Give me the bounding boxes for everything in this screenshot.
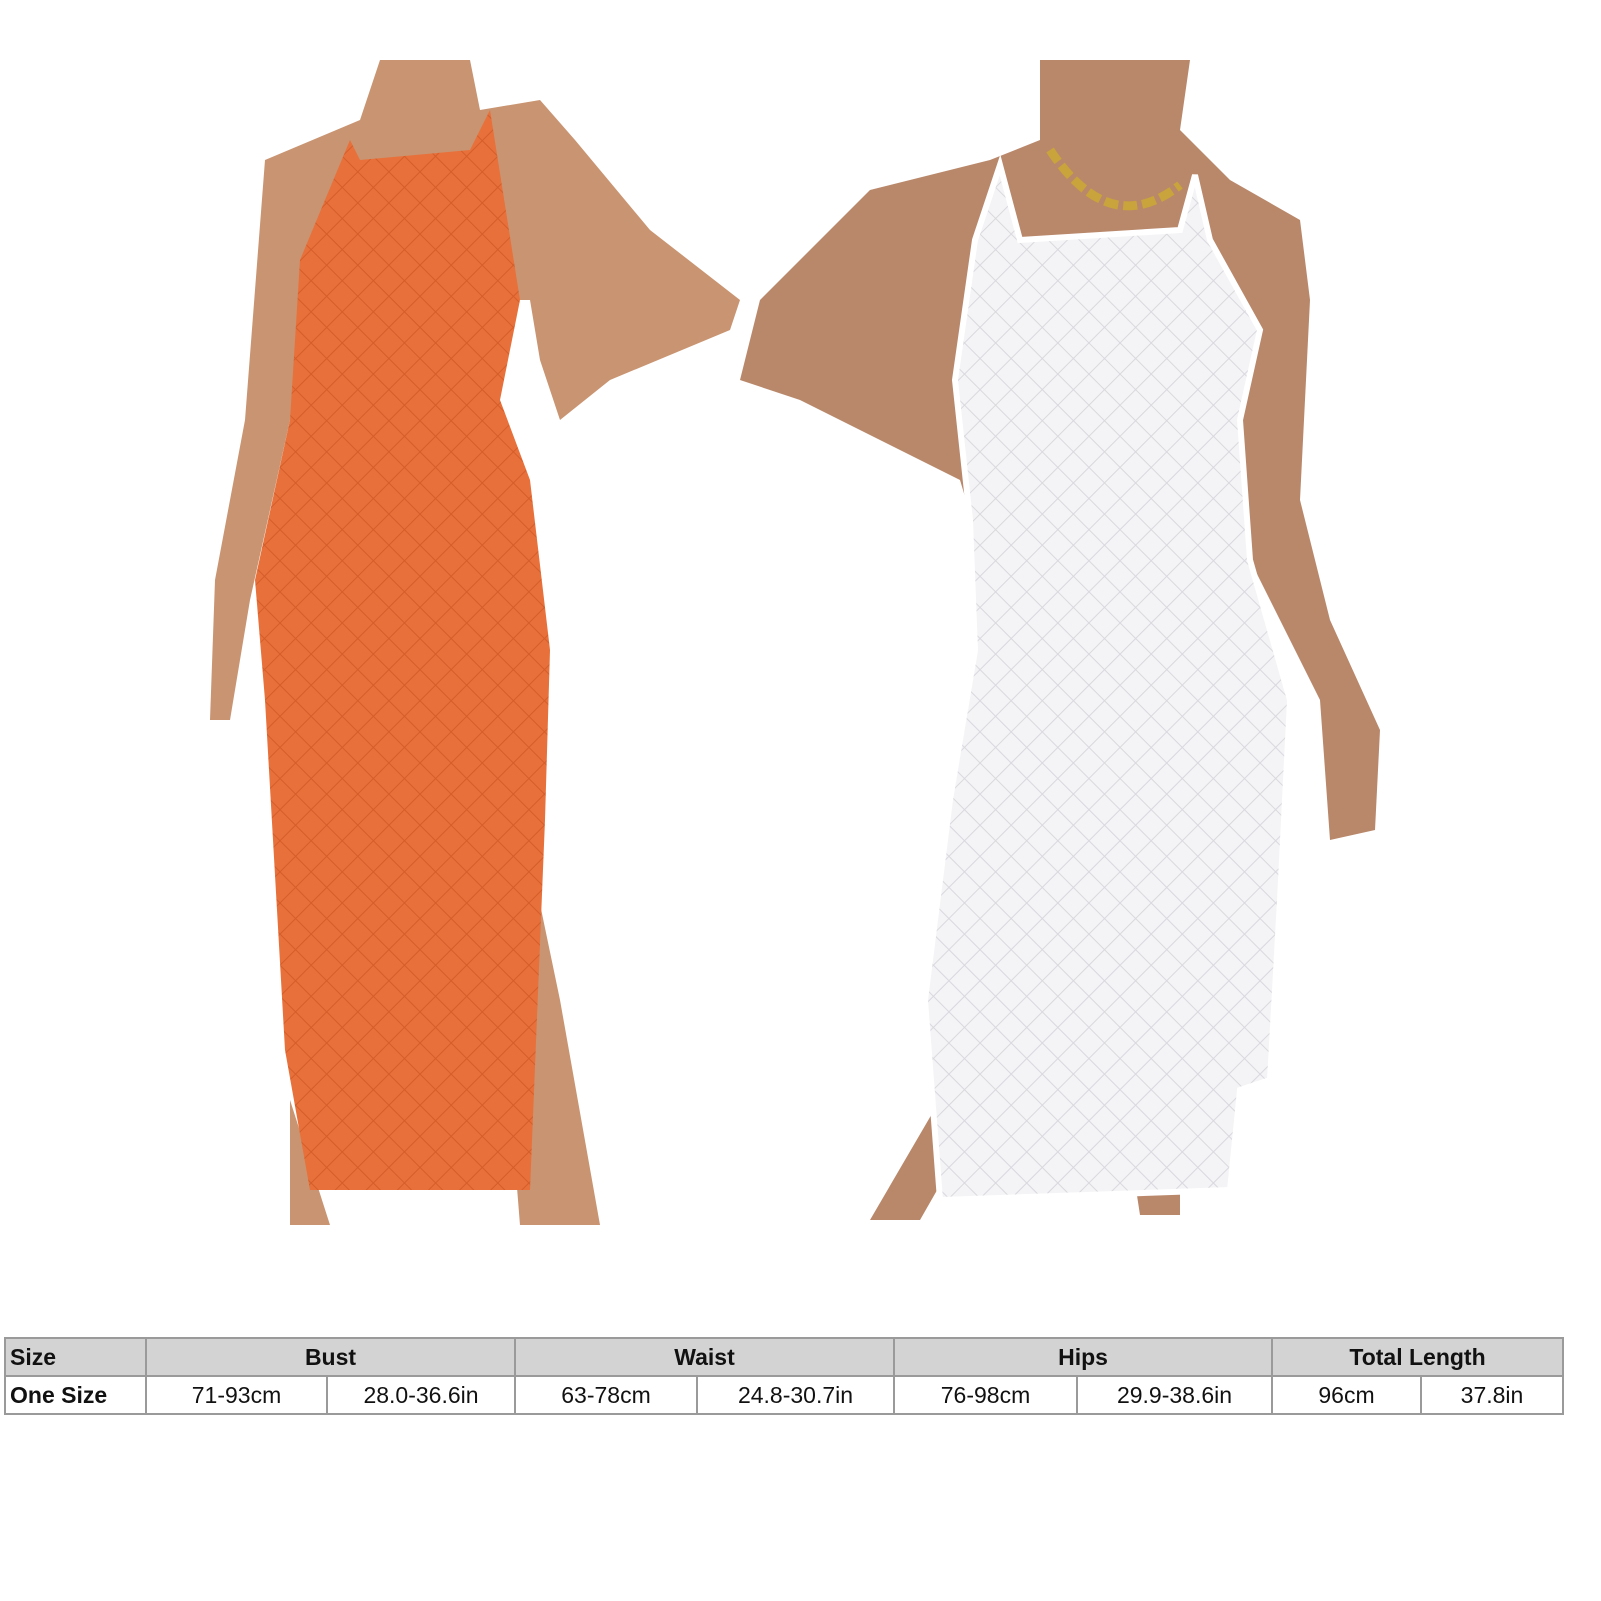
cell-waist-cm: 63-78cm [514,1375,698,1415]
cell-length-cm: 96cm [1271,1375,1422,1415]
header-waist: Waist [514,1337,895,1377]
header-total-length: Total Length [1271,1337,1564,1377]
cell-hips-cm: 76-98cm [893,1375,1078,1415]
cell-bust-cm: 71-93cm [145,1375,328,1415]
product-photos [210,60,1380,1225]
header-bust: Bust [145,1337,516,1377]
cell-size: One Size [4,1375,147,1415]
cell-length-in: 37.8in [1420,1375,1564,1415]
header-hips: Hips [893,1337,1273,1377]
cell-waist-in: 24.8-30.7in [696,1375,895,1415]
orange-dress-model [210,60,740,1225]
table-row: One Size 71-93cm 28.0-36.6in 63-78cm 24.… [4,1375,1564,1415]
header-size: Size [4,1337,147,1377]
size-chart-table: Size Bust Waist Hips Total Length One Si… [4,1337,1564,1415]
white-dress-model [740,60,1380,1220]
table-header-row: Size Bust Waist Hips Total Length [4,1337,1564,1377]
cell-bust-in: 28.0-36.6in [326,1375,516,1415]
cell-hips-in: 29.9-38.6in [1076,1375,1273,1415]
